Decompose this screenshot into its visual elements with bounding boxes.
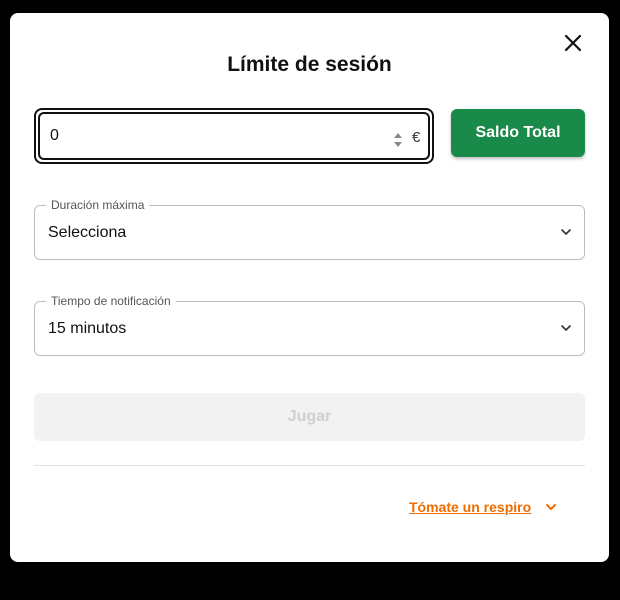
jugar-button[interactable]: Jugar bbox=[34, 393, 585, 441]
session-limit-modal: Límite de sesión € Saldo Total Duración … bbox=[10, 13, 609, 562]
chevron-down-icon bbox=[561, 325, 571, 331]
duracion-legend: Duración máxima bbox=[46, 198, 150, 212]
duracion-value: Selecciona bbox=[48, 224, 127, 241]
amount-field: € bbox=[34, 108, 434, 164]
modal-title: Límite de sesión bbox=[227, 53, 392, 76]
respiro-link-label: Tómate un respiro bbox=[409, 499, 532, 515]
divider bbox=[34, 465, 585, 466]
amount-input[interactable] bbox=[50, 114, 370, 158]
saldo-total-button[interactable]: Saldo Total bbox=[451, 109, 585, 157]
close-button[interactable] bbox=[563, 33, 583, 53]
amount-stepper[interactable] bbox=[393, 130, 403, 150]
close-icon bbox=[564, 34, 582, 52]
tomate-un-respiro-link[interactable]: Tómate un respiro bbox=[409, 499, 557, 515]
amount-field-inner: € bbox=[38, 112, 430, 160]
tiempo-value: 15 minutos bbox=[48, 320, 127, 337]
duracion-select[interactable]: Duración máxima Selecciona bbox=[34, 198, 585, 260]
tiempo-legend: Tiempo de notificación bbox=[46, 294, 176, 308]
tiempo-notificacion-select[interactable]: Tiempo de notificación 15 minutos bbox=[34, 294, 585, 356]
chevron-down-icon bbox=[561, 229, 571, 235]
currency-symbol: € bbox=[412, 129, 421, 146]
stepper-arrows-icon bbox=[394, 133, 402, 147]
chevron-down-icon bbox=[546, 504, 557, 510]
